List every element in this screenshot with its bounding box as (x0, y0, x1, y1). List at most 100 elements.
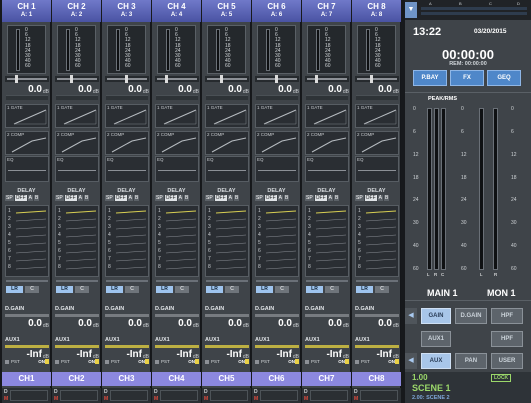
gate-section[interactable]: 1 GATE (105, 104, 149, 128)
lr-button[interactable]: LR (56, 286, 73, 293)
phase-bar[interactable] (6, 95, 48, 100)
delay-a-button[interactable]: A (127, 195, 134, 201)
channel-header[interactable]: CH 8 A: 8 (352, 0, 401, 22)
gain-fader[interactable] (155, 75, 199, 83)
on-switch[interactable] (45, 359, 49, 364)
fader-knob[interactable] (275, 75, 278, 83)
aux1-slider[interactable] (305, 345, 349, 348)
c-button[interactable]: C (125, 286, 139, 293)
pan-bar[interactable] (206, 280, 248, 282)
delay-b-button[interactable]: B (84, 195, 90, 201)
pbay-button[interactable]: P.BAY (413, 70, 447, 86)
phase-bar[interactable] (206, 95, 248, 100)
gain-fader[interactable] (205, 75, 249, 83)
lr-button[interactable]: LR (156, 286, 173, 293)
gate-section[interactable]: 1 GATE (55, 104, 99, 128)
comp-section[interactable]: 2 COMP (155, 131, 199, 155)
menu-toggle-button[interactable]: ▼ (405, 2, 417, 18)
delay-b-button[interactable]: B (234, 195, 240, 201)
delay-sp-button[interactable]: SP (355, 195, 364, 201)
aux1-slider[interactable] (355, 345, 399, 348)
on-switch[interactable] (295, 359, 299, 364)
channel-name[interactable]: CH2 (52, 372, 101, 386)
dgain-slider[interactable] (205, 314, 249, 317)
delay-grid[interactable]: 12345678 (305, 205, 349, 277)
delay-b-button[interactable]: B (134, 195, 140, 201)
gain-fader[interactable] (55, 75, 99, 83)
gain-fader[interactable] (305, 75, 349, 83)
on-switch[interactable] (95, 359, 99, 364)
eq-section[interactable]: EQ (205, 156, 249, 182)
c-button[interactable]: C (375, 286, 389, 293)
dca-mute-box[interactable] (360, 390, 398, 401)
delay-sp-button[interactable]: SP (5, 195, 14, 201)
delay-sp-button[interactable]: SP (155, 195, 164, 201)
delay-a-button[interactable]: A (27, 195, 34, 201)
delay-b-button[interactable]: B (284, 195, 290, 201)
gain-fader[interactable] (255, 75, 299, 83)
comp-section[interactable]: 2 COMP (205, 131, 249, 155)
delay-sp-button[interactable]: SP (205, 195, 214, 201)
channel-header[interactable]: CH 3 A: 3 (102, 0, 151, 22)
delay-b-button[interactable]: B (334, 195, 340, 201)
gate-section[interactable]: 1 GATE (5, 104, 49, 128)
pst-indicator[interactable] (255, 360, 259, 364)
pan-bar[interactable] (156, 280, 198, 282)
delay-off-button[interactable]: OFF (264, 195, 277, 201)
delay-grid[interactable]: 12345678 (205, 205, 249, 277)
delay-a-button[interactable]: A (277, 195, 284, 201)
on-switch[interactable] (245, 359, 249, 364)
fader-knob[interactable] (370, 75, 373, 83)
delay-off-button[interactable]: OFF (114, 195, 127, 201)
delay-sp-button[interactable]: SP (255, 195, 264, 201)
channel-header[interactable]: CH 7 A: 7 (302, 0, 351, 22)
on-switch[interactable] (195, 359, 199, 364)
pst-indicator[interactable] (305, 360, 309, 364)
eq-section[interactable]: EQ (255, 156, 299, 182)
delay-a-button[interactable]: A (177, 195, 184, 201)
channel-header[interactable]: CH 4 A: 4 (152, 0, 201, 22)
delay-off-button[interactable]: OFF (364, 195, 377, 201)
dca-mute-box[interactable] (110, 390, 148, 401)
aux1-slider[interactable] (205, 345, 249, 348)
dgain-slider[interactable] (5, 314, 49, 317)
delay-off-button[interactable]: OFF (64, 195, 77, 201)
phase-bar[interactable] (356, 95, 398, 100)
pst-indicator[interactable] (5, 360, 9, 364)
fx-button[interactable]: FX (450, 70, 484, 86)
channel-name[interactable]: CH3 (102, 372, 151, 386)
delay-grid[interactable]: 12345678 (105, 205, 149, 277)
delay-grid[interactable]: 12345678 (155, 205, 199, 277)
phase-bar[interactable] (306, 95, 348, 100)
gain-fader[interactable] (355, 75, 399, 83)
on-switch[interactable] (145, 359, 149, 364)
hpf-button-2[interactable]: HPF (491, 331, 523, 347)
dgain-slider[interactable] (155, 314, 199, 317)
dca-mute-box[interactable] (210, 390, 248, 401)
phase-bar[interactable] (56, 95, 98, 100)
phase-bar[interactable] (156, 95, 198, 100)
lr-button[interactable]: LR (206, 286, 223, 293)
delay-a-button[interactable]: A (377, 195, 384, 201)
eq-section[interactable]: EQ (5, 156, 49, 182)
delay-sp-button[interactable]: SP (55, 195, 64, 201)
dca-mute-box[interactable] (10, 390, 48, 401)
lr-button[interactable]: LR (6, 286, 23, 293)
timer-display[interactable]: 00:00:00 (405, 47, 531, 62)
dca-mute-box[interactable] (310, 390, 348, 401)
lr-button[interactable]: LR (106, 286, 123, 293)
delay-off-button[interactable]: OFF (214, 195, 227, 201)
channel-name[interactable]: CH1 (2, 372, 51, 386)
gain-fader[interactable] (5, 75, 49, 83)
gate-section[interactable]: 1 GATE (305, 104, 349, 128)
channel-name[interactable]: CH4 (152, 372, 201, 386)
channel-header[interactable]: CH 1 A: 1 (2, 0, 51, 22)
channel-name[interactable]: CH5 (202, 372, 251, 386)
channel-name[interactable]: CH6 (252, 372, 301, 386)
prev-page-arrow[interactable]: ◀ (405, 308, 417, 324)
pan-bar[interactable] (56, 280, 98, 282)
dgain-button[interactable]: D.GAIN (455, 308, 487, 324)
comp-section[interactable]: 2 COMP (305, 131, 349, 155)
scene-panel[interactable]: 1.00 SCENE 1 LOCK 2.00: SCENE 2 (405, 372, 531, 403)
fader-knob[interactable] (315, 75, 318, 83)
